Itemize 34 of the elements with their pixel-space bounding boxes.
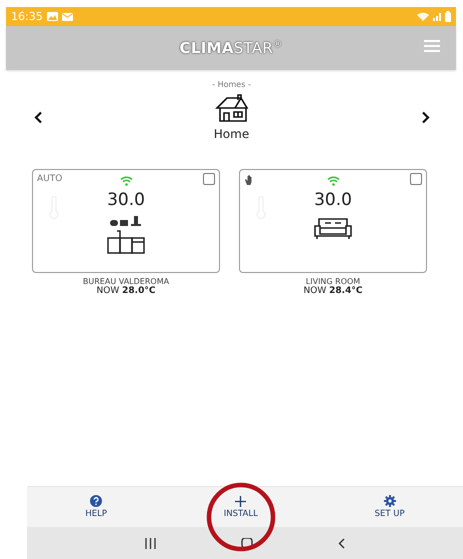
- nav-button[interactable]: SET UP: [372, 493, 407, 521]
- nav-button[interactable]: HELP: [83, 493, 109, 521]
- checkbox[interactable]: [410, 173, 422, 185]
- sofa-icon: [314, 216, 352, 240]
- home-name: Home: [214, 127, 250, 141]
- mail-icon: [62, 12, 73, 20]
- house-icon: [214, 94, 248, 122]
- setpoint-temperature: 30.0: [314, 190, 352, 210]
- recent-apps-icon[interactable]: [145, 538, 156, 548]
- checkbox[interactable]: [203, 173, 215, 185]
- kitchen-icon: [106, 216, 146, 254]
- wifi-icon: [326, 176, 340, 186]
- room-name: BUREAU VALDEROMA: [82, 277, 170, 286]
- room-name: LIVING ROOM: [306, 277, 360, 286]
- current-temperature: NOW 28.0°C: [96, 286, 156, 296]
- battery-icon: [445, 11, 451, 22]
- room-card[interactable]: 30.0: [239, 169, 427, 273]
- setpoint-temperature: 30.0: [107, 190, 145, 210]
- hand-icon: [245, 175, 254, 185]
- wifi-icon: [417, 12, 429, 21]
- home-icon[interactable]: [241, 538, 253, 548]
- homes-caption: - Homes -: [212, 80, 251, 89]
- help-icon: [90, 495, 102, 507]
- current-temperature: NOW 28.4°C: [304, 286, 362, 296]
- signal-icon: [433, 12, 441, 20]
- back-icon[interactable]: [338, 538, 345, 548]
- previous-button[interactable]: [32, 109, 44, 126]
- mode-label: AUTO: [37, 174, 62, 184]
- wifi-icon: [120, 176, 132, 186]
- plus-icon: [235, 496, 246, 506]
- clock: 16:35: [11, 10, 43, 23]
- settings-icon: [384, 495, 396, 507]
- room-card[interactable]: AUTO 30.0: [32, 169, 220, 273]
- image-icon: [46, 12, 58, 21]
